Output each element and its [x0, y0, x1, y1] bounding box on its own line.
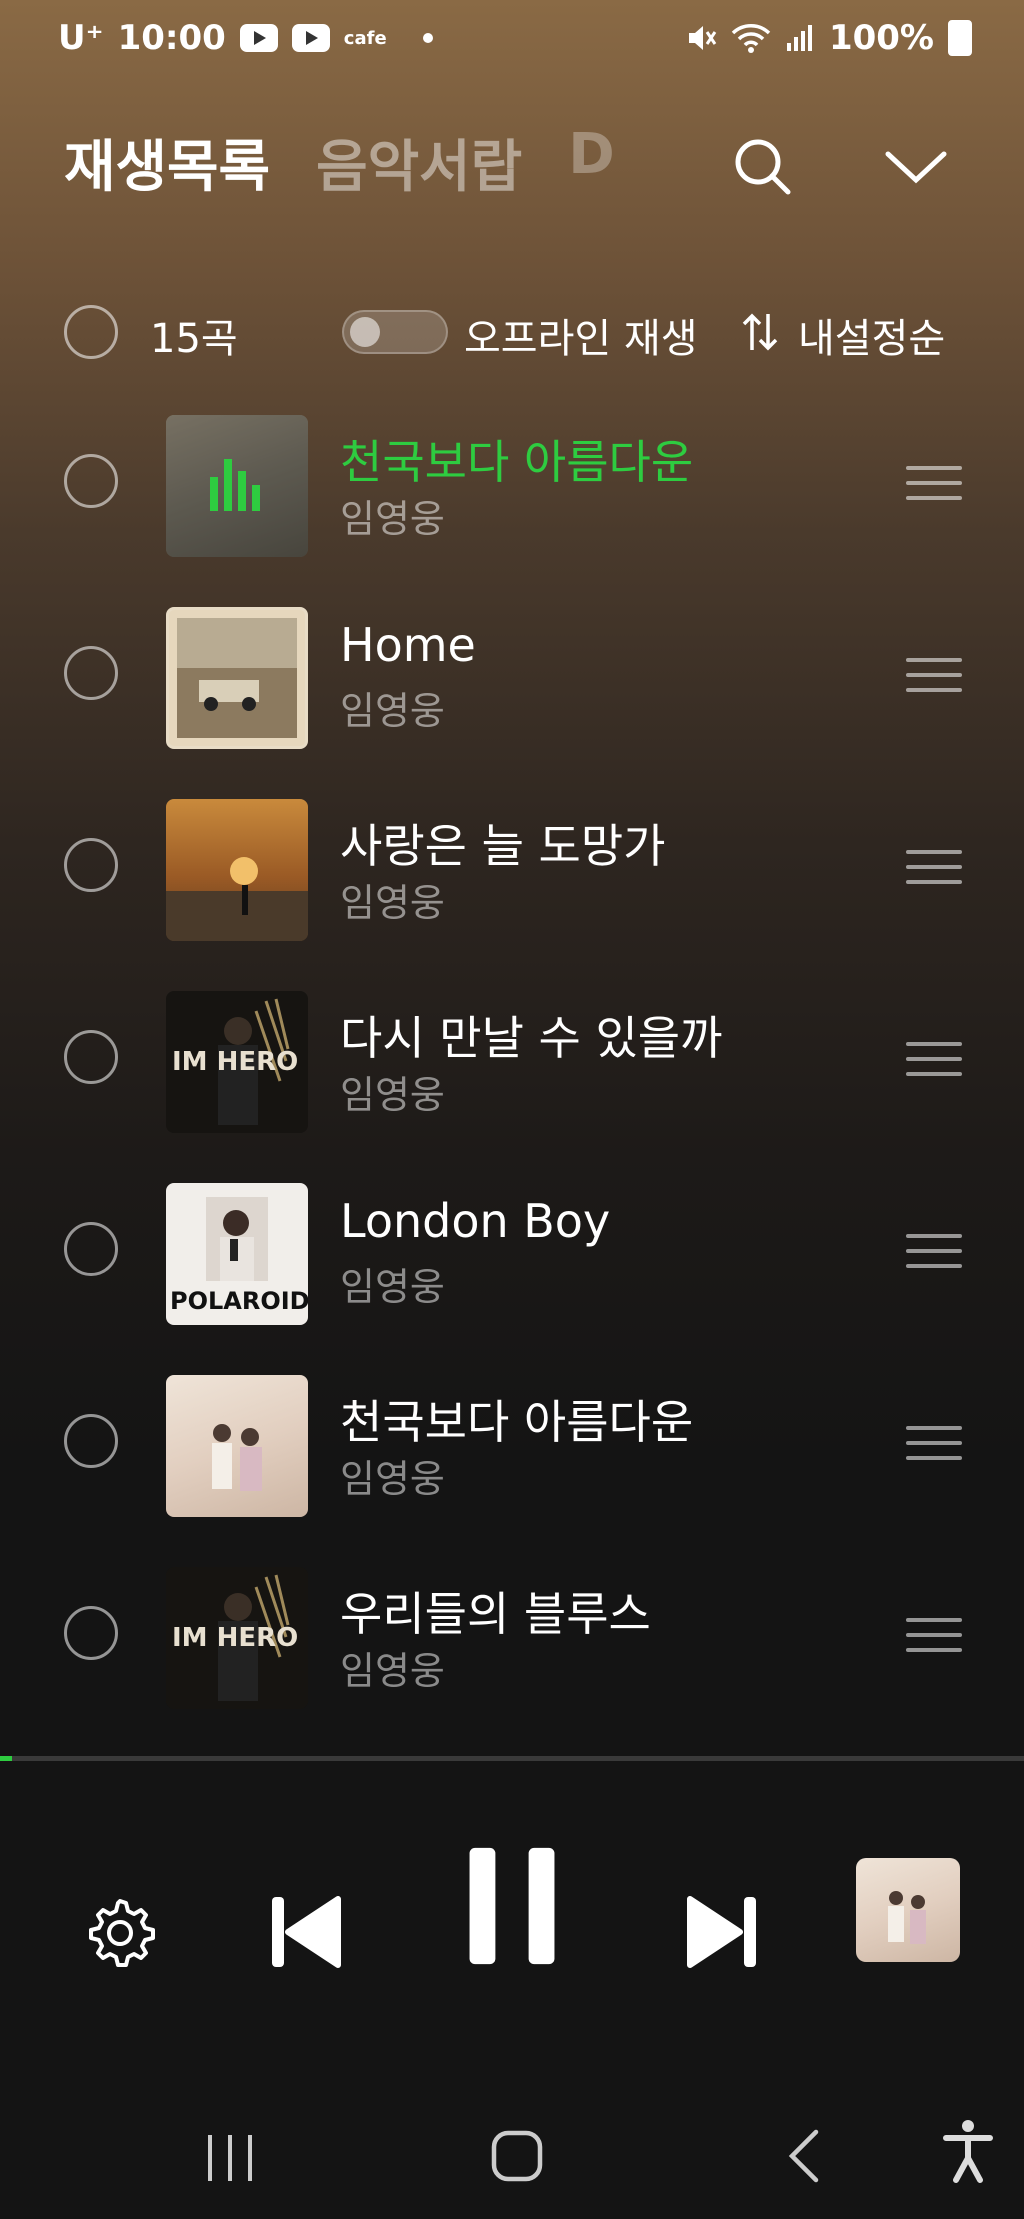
track-title: 천국보다 아름다운 [340, 1395, 694, 1449]
track-row[interactable]: IM HERO 우리들의 블루스 임영웅 [0, 1538, 1024, 1730]
track-count: 15곡 [150, 316, 238, 362]
previous-track-icon[interactable] [268, 1872, 342, 1992]
track-row[interactable]: 천국보다 아름다운 임영웅 [0, 1346, 1024, 1538]
album-cover-text: IM HERO [172, 1623, 299, 1653]
tab-more[interactable]: D [568, 122, 614, 203]
track-row[interactable]: POLAROID London Boy 임영웅 [0, 1154, 1024, 1346]
track-artist: 임영웅 [340, 1073, 445, 1117]
track-row[interactable]: IM HERO 다시 만날 수 있을까 임영웅 [0, 962, 1024, 1154]
album-art: IM HERO [166, 1567, 308, 1709]
playback-progress-fill [0, 1756, 13, 1761]
offline-label: 오프라인 재생 [464, 316, 698, 362]
mute-icon [688, 26, 717, 50]
drag-handle-icon[interactable] [906, 1618, 962, 1663]
playback-progress-bar[interactable] [0, 1756, 1024, 1761]
album-cover-text: IM HERO [172, 1047, 299, 1077]
search-icon[interactable] [726, 130, 798, 202]
track-checkbox[interactable] [64, 1030, 118, 1084]
notification-dot-icon [422, 33, 433, 43]
youtube-icon [291, 24, 330, 52]
offline-toggle[interactable] [342, 310, 448, 354]
signal-icon [786, 25, 812, 51]
next-track-icon[interactable] [686, 1872, 760, 1992]
wifi-icon [731, 24, 771, 53]
battery-icon [948, 20, 972, 56]
album-art: IM HERO [166, 991, 308, 1133]
clock: 10:00 [117, 18, 226, 58]
album-art [166, 799, 308, 941]
track-checkbox[interactable] [64, 646, 118, 700]
track-title: London Boy [340, 1194, 611, 1248]
playlist-toolbar: 15곡 오프라인 재생 내설정순 [64, 300, 964, 364]
track-artist: 임영웅 [340, 1457, 445, 1501]
drag-handle-icon[interactable] [906, 658, 962, 703]
tab-playlist[interactable]: 재생목록 [64, 122, 270, 203]
status-bar: U⁺ 10:00 cafe 100% [0, 0, 1024, 80]
track-title: 우리들의 블루스 [340, 1587, 651, 1641]
track-checkbox[interactable] [64, 454, 118, 508]
track-row[interactable]: 천국보다 아름다운 임영웅 [0, 386, 1024, 578]
track-artist: 임영웅 [340, 1649, 445, 1693]
drag-handle-icon[interactable] [906, 466, 962, 511]
tab-bar: 재생목록 음악서랍 D [64, 122, 615, 203]
track-title: 사랑은 늘 도망가 [340, 819, 666, 873]
cafe-label: cafe [343, 27, 387, 49]
drag-handle-icon[interactable] [906, 1426, 962, 1471]
track-title: 천국보다 아름다운 [340, 435, 694, 489]
back-icon[interactable] [784, 2116, 824, 2196]
settings-gear-icon[interactable] [82, 1873, 158, 1993]
track-artist: 임영웅 [340, 1265, 445, 1309]
album-cover-text: POLAROID [170, 1287, 308, 1315]
sort-label[interactable]: 내설정순 [798, 306, 945, 364]
track-title: Home [340, 618, 476, 672]
track-artist: 임영웅 [340, 497, 445, 541]
select-all-checkbox[interactable] [64, 305, 118, 359]
track-checkbox[interactable] [64, 1222, 118, 1276]
track-artist: 임영웅 [340, 881, 445, 925]
recent-apps-icon[interactable] [204, 2118, 258, 2198]
drag-handle-icon[interactable] [906, 850, 962, 895]
album-art [166, 607, 308, 749]
home-icon[interactable] [490, 2116, 544, 2196]
drag-handle-icon[interactable] [906, 1042, 962, 1087]
sort-icon[interactable] [738, 310, 782, 354]
now-playing-album-art[interactable] [856, 1858, 960, 1962]
battery-percent: 100% [828, 18, 934, 58]
track-row[interactable]: Home 임영웅 [0, 578, 1024, 770]
pause-icon[interactable] [464, 1846, 560, 1966]
equalizer-icon [166, 415, 308, 557]
track-title: 다시 만날 수 있을까 [340, 1011, 723, 1065]
youtube-icon [239, 24, 278, 52]
carrier-label: U⁺ [58, 18, 104, 58]
chevron-down-icon[interactable] [880, 130, 952, 202]
track-checkbox[interactable] [64, 838, 118, 892]
track-row[interactable]: 사랑은 늘 도망가 임영웅 [0, 770, 1024, 962]
album-art: POLAROID [166, 1183, 308, 1325]
tab-music-drawer[interactable]: 음악서랍 [316, 122, 522, 203]
album-art [166, 1375, 308, 1517]
track-checkbox[interactable] [64, 1606, 118, 1660]
album-art [166, 415, 308, 557]
accessibility-icon[interactable] [942, 2110, 994, 2190]
toggle-knob [350, 317, 380, 347]
track-artist: 임영웅 [340, 689, 445, 733]
drag-handle-icon[interactable] [906, 1234, 962, 1279]
track-checkbox[interactable] [64, 1414, 118, 1468]
